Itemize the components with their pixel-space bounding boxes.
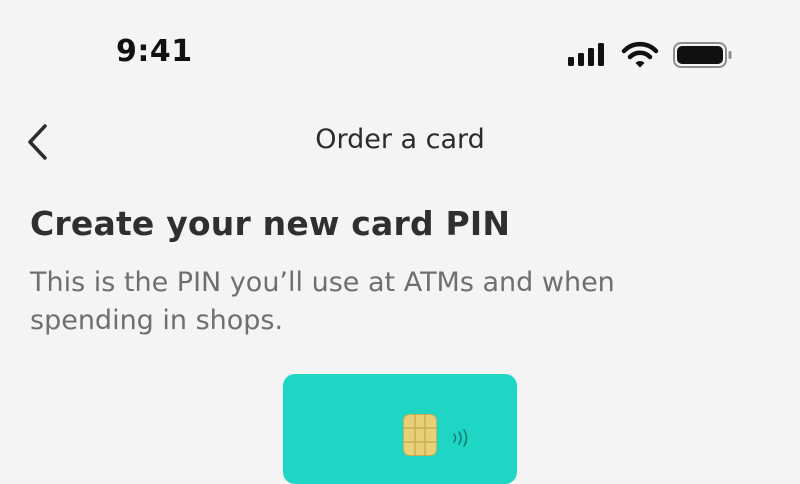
status-bar: 9:41 <box>0 0 800 100</box>
contactless-icon <box>453 429 468 447</box>
battery-icon <box>673 42 732 68</box>
cellular-signal-icon <box>568 43 604 66</box>
card-preview <box>283 374 517 484</box>
page-description: This is the PIN you’ll use at ATMs and w… <box>30 267 615 336</box>
page-heading: Create your new card PIN <box>30 204 511 243</box>
nav-bar: Order a card <box>0 110 800 174</box>
status-icons <box>568 38 738 72</box>
status-time: 9:41 <box>116 34 193 69</box>
nav-title: Order a card <box>315 124 485 155</box>
wifi-icon <box>621 41 659 68</box>
